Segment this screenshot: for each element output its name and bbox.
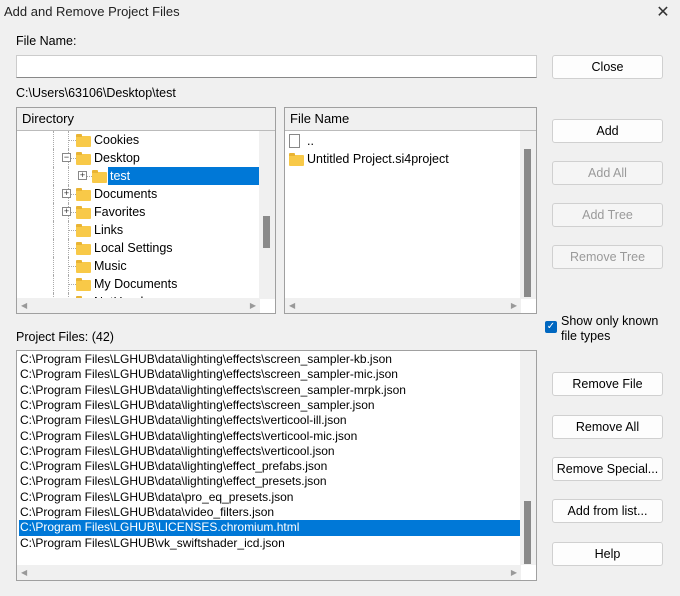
folder-icon (76, 224, 91, 237)
folder-icon (76, 242, 91, 255)
tree-item[interactable]: Cookies (17, 131, 260, 149)
show-known-checkbox[interactable]: ✓ (545, 321, 557, 333)
scroll-thumb[interactable] (263, 216, 270, 248)
tree-item-label: Favorites (94, 205, 146, 219)
file-hscrollbar[interactable]: ◀ ▶ (285, 298, 521, 313)
add-tree-button[interactable]: Add Tree (552, 203, 663, 227)
folder-icon (92, 170, 107, 183)
file-name-input[interactable] (16, 55, 537, 78)
add-all-button[interactable]: Add All (552, 161, 663, 185)
file-vscrollbar[interactable] (520, 131, 536, 299)
tree-item[interactable]: − Desktop (17, 149, 260, 167)
list-item[interactable]: C:\Program Files\LGHUB\data\lighting\eff… (19, 413, 521, 428)
list-item[interactable]: C:\Program Files\LGHUB\LICENSES.chromium… (19, 520, 521, 536)
help-button[interactable]: Help (552, 542, 663, 566)
tree-item-label: Local Settings (94, 241, 173, 255)
tree-item-label: Links (94, 223, 124, 237)
list-item[interactable]: C:\Program Files\LGHUB\data\lighting\eff… (19, 352, 521, 367)
file-name-label: File Name: (16, 34, 77, 48)
tree-item-label: Documents (94, 187, 158, 201)
collapse-icon[interactable]: − (62, 153, 71, 162)
window-title: Add and Remove Project Files (4, 4, 180, 19)
remove-all-button[interactable]: Remove All (552, 415, 663, 439)
list-item[interactable]: C:\Program Files\LGHUB\data\video_filter… (19, 505, 521, 520)
add-button[interactable]: Add (552, 119, 663, 143)
list-item[interactable]: C:\Program Files\LGHUB\vk_swiftshader_ic… (19, 536, 521, 551)
list-item[interactable]: C:\Program Files\LGHUB\data\lighting\eff… (19, 474, 521, 489)
tree-item-label: My Documents (94, 277, 178, 291)
project-files-label: Project Files: (42) (16, 330, 114, 344)
directory-header[interactable]: Directory (17, 108, 275, 131)
remove-tree-button[interactable]: Remove Tree (552, 245, 663, 269)
list-item[interactable]: C:\Program Files\LGHUB\data\lighting\eff… (19, 444, 521, 459)
folder-icon (289, 153, 304, 166)
close-button[interactable]: Close (552, 55, 663, 79)
list-item[interactable]: Untitled Project.si4project (289, 150, 449, 168)
project-files-list[interactable]: C:\Program Files\LGHUB\data\lighting\eff… (16, 350, 537, 581)
scroll-thumb[interactable] (524, 149, 531, 297)
list-item[interactable]: C:\Program Files\LGHUB\data\lighting\eff… (19, 429, 521, 444)
expand-icon[interactable]: + (78, 171, 87, 180)
folder-icon (76, 206, 91, 219)
scroll-thumb[interactable] (524, 501, 531, 564)
folder-icon (76, 152, 91, 165)
file-icon (289, 134, 300, 148)
tree-item-label: Cookies (94, 133, 140, 147)
folder-icon (76, 188, 91, 201)
tree-item[interactable]: + Documents (17, 185, 260, 203)
current-path: C:\Users\63106\Desktop\test (16, 86, 176, 100)
tree-item[interactable]: My Documents (17, 275, 260, 293)
expand-icon[interactable]: + (62, 207, 71, 216)
list-item[interactable]: C:\Program Files\LGHUB\data\lighting\eff… (19, 383, 521, 398)
project-hscrollbar[interactable]: ◀ ▶ (17, 565, 521, 580)
tree-item[interactable]: + test (17, 167, 260, 185)
list-item[interactable]: C:\Program Files\LGHUB\data\lighting\eff… (19, 367, 521, 382)
list-item[interactable]: C:\Program Files\LGHUB\data\pro_eq_prese… (19, 490, 521, 505)
expand-icon[interactable]: + (62, 189, 71, 198)
tree-item[interactable]: Local Settings (17, 239, 260, 257)
list-item[interactable]: C:\Program Files\LGHUB\data\lighting\eff… (19, 398, 521, 413)
add-from-list-button[interactable]: Add from list... (552, 499, 663, 523)
folder-icon (76, 134, 91, 147)
directory-tree[interactable]: Directory Cookies − Desktop + test + Documents… (16, 107, 276, 314)
tree-item[interactable]: + Favorites (17, 203, 260, 221)
directory-hscrollbar[interactable]: ◀ ▶ (17, 298, 260, 313)
directory-vscrollbar[interactable] (259, 131, 275, 299)
list-item[interactable]: .. (289, 132, 314, 150)
project-vscrollbar[interactable] (520, 351, 536, 565)
folder-icon (76, 260, 91, 273)
show-known-label[interactable]: Show only known file types (561, 314, 671, 344)
tree-item[interactable]: Links (17, 221, 260, 239)
file-list[interactable]: File Name .. Untitled Project.si4project… (284, 107, 537, 314)
tree-item-label: Desktop (94, 151, 140, 165)
folder-icon (76, 278, 91, 291)
remove-special-button[interactable]: Remove Special... (552, 457, 663, 481)
tree-item-label: Music (94, 259, 127, 273)
remove-file-button[interactable]: Remove File (552, 372, 663, 396)
tree-item[interactable]: Music (17, 257, 260, 275)
close-icon[interactable]: ✕ (652, 2, 674, 22)
file-name-header[interactable]: File Name (285, 108, 536, 131)
list-item[interactable]: C:\Program Files\LGHUB\data\lighting\eff… (19, 459, 521, 474)
tree-item-label: test (108, 167, 260, 185)
